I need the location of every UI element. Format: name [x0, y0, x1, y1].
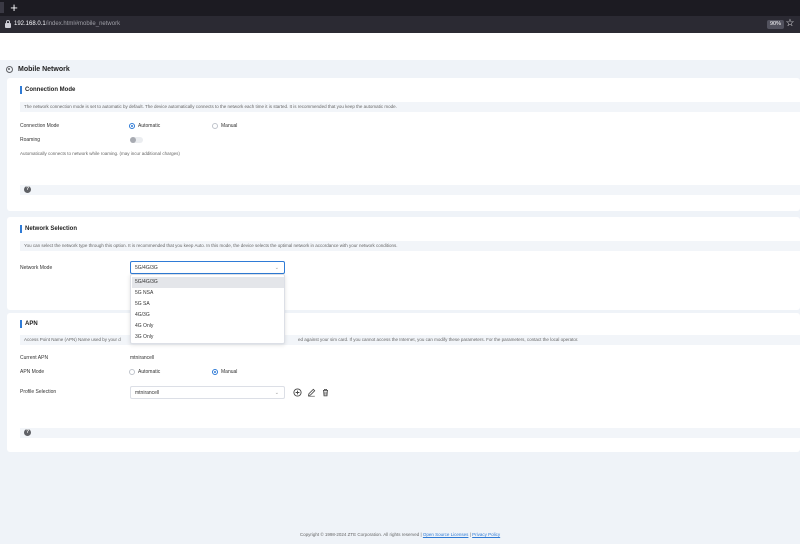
page-heading: Mobile Network — [6, 64, 70, 74]
connection-mode-help-strip: ? — [20, 185, 800, 195]
roaming-toggle[interactable] — [130, 137, 143, 143]
network-selection-card: Network Selection You can select the net… — [7, 217, 800, 310]
footer-copyright: Copyright © 1998-2024 ZTE Corporation. A… — [299, 532, 420, 537]
chevron-down-icon: ⌄ — [274, 390, 279, 396]
current-apn-label: Current APN — [20, 355, 49, 361]
edit-profile-icon[interactable] — [307, 388, 316, 397]
network-selection-title: Network Selection — [20, 225, 77, 233]
network-mode-select[interactable]: 5G/4G/3G ⌄ — [130, 261, 285, 274]
apn-help-strip: ? — [20, 428, 800, 438]
address-url[interactable]: 192.168.0.1/index.html#mobile_network — [14, 19, 120, 29]
new-tab-plus-icon[interactable]: + — [8, 1, 20, 15]
roaming-toggle-knob — [130, 137, 136, 143]
browser-tab[interactable] — [0, 2, 4, 13]
network-mode-dropdown: 5G/4G/3G 5G NSA 5G SA 4G/3G 4G Only 3G O… — [130, 274, 285, 344]
apn-description-left: Access Point Name (APN) Name used by you… — [24, 337, 121, 342]
apn-description-right: ed against your sim card. If you cannot … — [298, 337, 579, 342]
connection-mode-manual-label[interactable]: Manual — [221, 122, 237, 130]
network-selection-description: You can select the network type through … — [20, 241, 800, 251]
profile-selection-label: Profile Selection — [20, 389, 57, 395]
settings-gear-icon — [6, 65, 13, 73]
connection-mode-automatic-radio[interactable] — [129, 123, 135, 129]
apn-title: APN — [20, 320, 38, 328]
footer-separator: | — [420, 532, 422, 537]
connection-mode-manual-radio[interactable] — [212, 123, 218, 129]
current-apn-value: mtnirancell — [130, 355, 155, 361]
profile-selection-value: mtnirancell — [135, 390, 160, 396]
chevron-down-icon: ⌄ — [274, 265, 279, 271]
connection-mode-automatic-label[interactable]: Automatic — [138, 122, 160, 130]
bookmark-star-icon[interactable]: ☆ — [785, 17, 795, 31]
lock-icon[interactable] — [5, 20, 11, 29]
roaming-label: Roaming — [20, 137, 41, 143]
url-host: 192.168.0.1 — [14, 21, 46, 27]
zoom-level-badge[interactable]: 90% — [767, 20, 785, 29]
url-path: /index.html#mobile_network — [45, 21, 121, 27]
page-header-band — [0, 33, 800, 60]
network-mode-option[interactable]: 5G SA — [132, 299, 284, 310]
apn-mode-manual-label[interactable]: Manual — [221, 368, 237, 376]
page-title: Mobile Network — [18, 65, 70, 73]
network-mode-value: 5G/4G/3G — [135, 265, 158, 271]
apn-mode-automatic-radio[interactable] — [129, 369, 135, 375]
delete-profile-icon[interactable] — [321, 388, 330, 397]
network-mode-label: Network Mode — [20, 265, 53, 271]
apn-mode-automatic-label[interactable]: Automatic — [138, 368, 160, 376]
connection-mode-title: Connection Mode — [20, 86, 75, 94]
network-mode-option[interactable]: 3G Only — [132, 332, 284, 343]
apn-mode-label: APN Mode — [20, 369, 45, 375]
apn-card: APN Access Point Name (APN) Name used by… — [7, 313, 800, 452]
add-profile-icon[interactable] — [293, 388, 302, 397]
footer: Copyright © 1998-2024 ZTE Corporation. A… — [0, 531, 800, 539]
profile-selection-select[interactable]: mtnirancell ⌄ — [130, 386, 285, 399]
open-source-licenses-link[interactable]: Open Source Licenses — [423, 532, 469, 537]
browser-tab-strip: + — [0, 0, 800, 16]
help-icon[interactable]: ? — [24, 186, 31, 193]
roaming-note: Automatically connects to network while … — [20, 151, 180, 156]
privacy-policy-link[interactable]: Privacy Policy — [472, 532, 500, 537]
network-mode-option[interactable]: 5G/4G/3G — [132, 277, 284, 288]
apn-mode-manual-radio[interactable] — [212, 369, 218, 375]
help-icon[interactable]: ? — [24, 429, 31, 436]
network-mode-option[interactable]: 4G/3G — [132, 310, 284, 321]
connection-mode-description: The network connection mode is set to au… — [20, 102, 800, 112]
footer-separator: | — [469, 532, 471, 537]
connection-mode-label: Connection Mode — [20, 123, 60, 129]
connection-mode-card: Connection Mode The network connection m… — [7, 78, 800, 211]
network-mode-option[interactable]: 5G NSA — [132, 288, 284, 299]
network-mode-option[interactable]: 4G Only — [132, 321, 284, 332]
